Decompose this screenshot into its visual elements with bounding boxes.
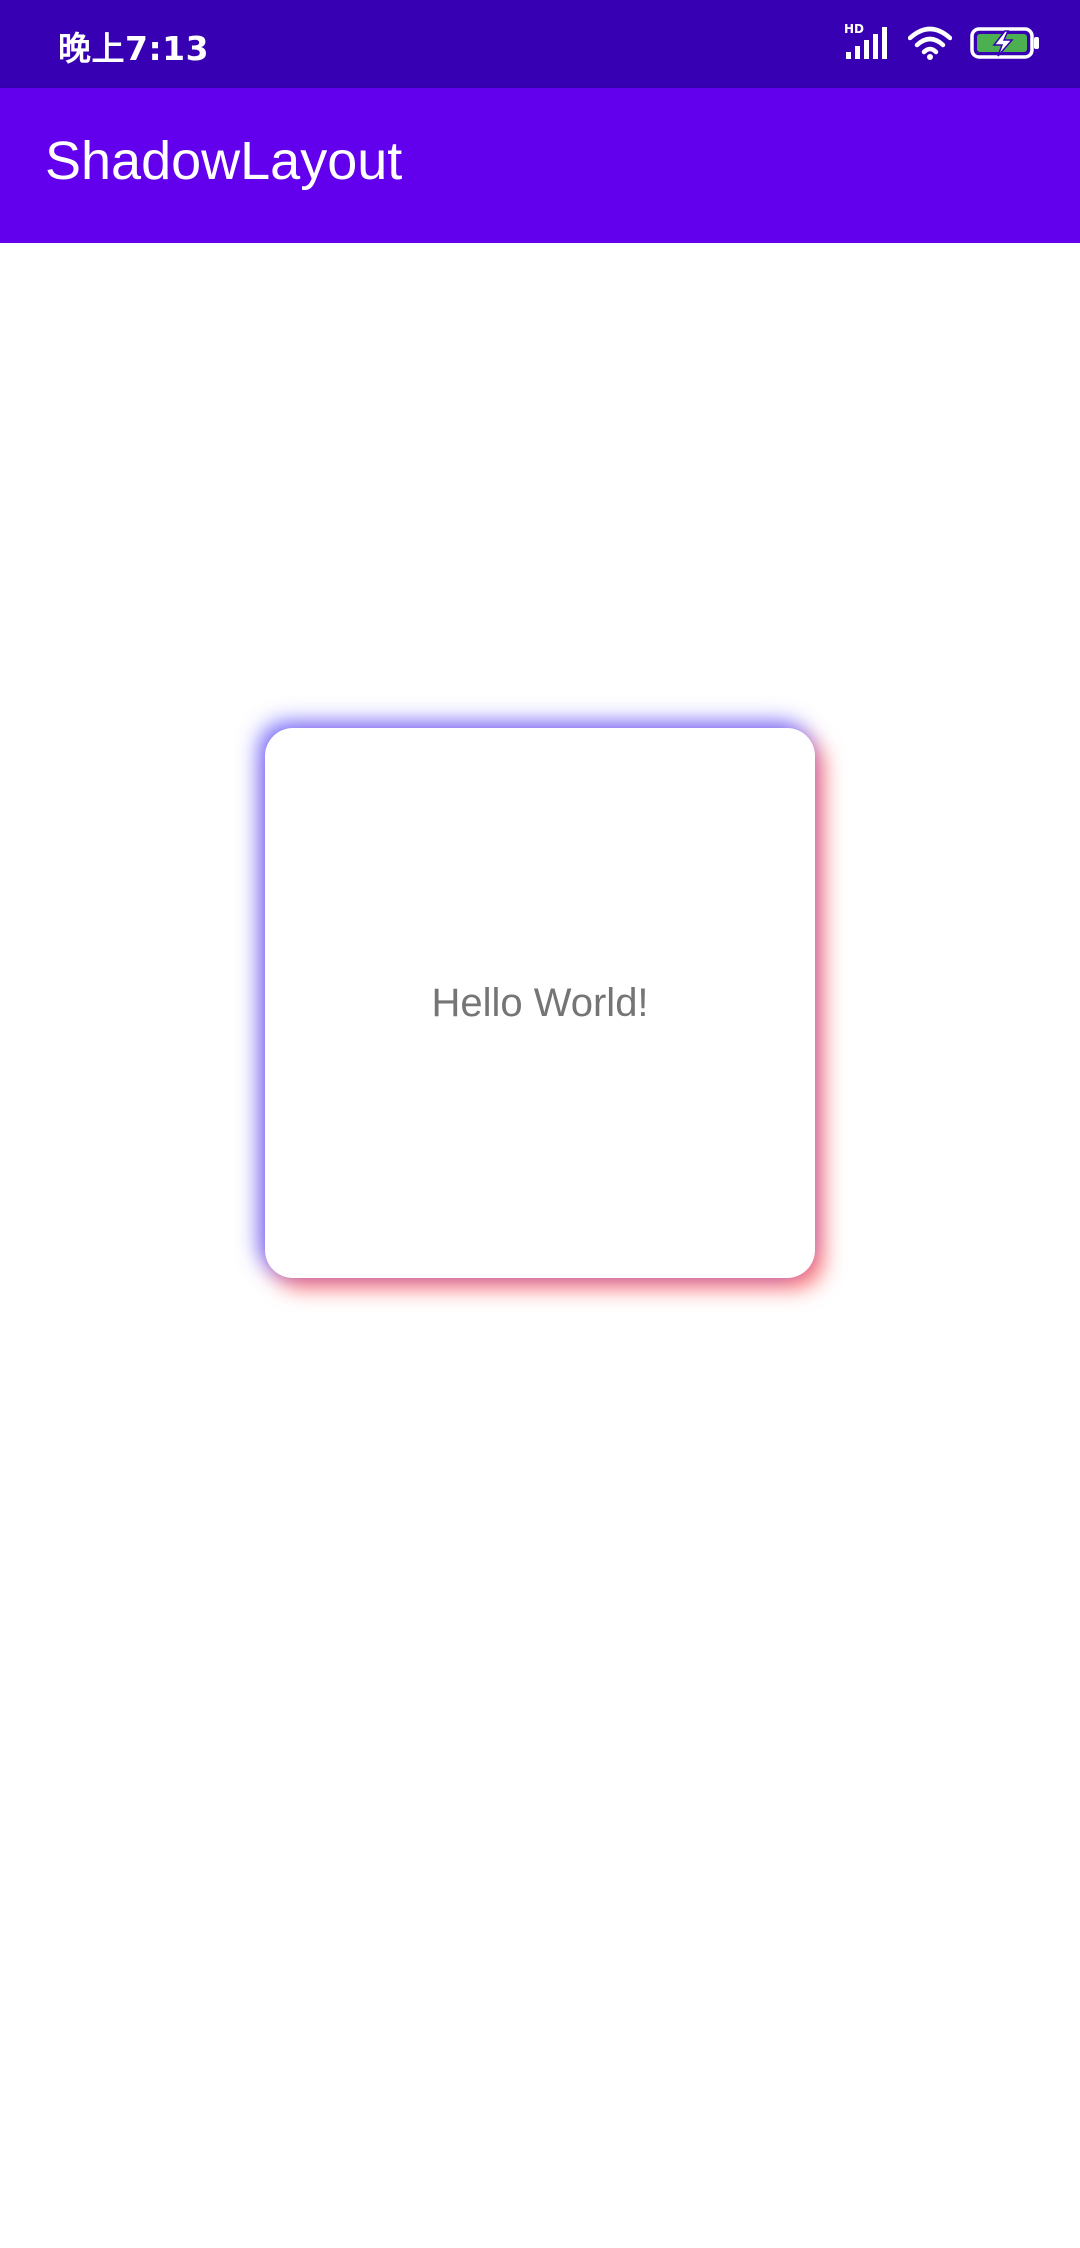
wifi-icon — [907, 26, 953, 64]
status-icons: HD — [844, 22, 1040, 64]
status-bar: 晚上7:13 HD — [0, 0, 1080, 88]
status-time: 晚上7:13 — [58, 29, 210, 68]
hello-world-text: Hello World! — [431, 980, 649, 1025]
shadow-layout-card: Hello World! — [265, 728, 815, 1278]
signal-icon: HD — [844, 22, 890, 64]
app-title: ShadowLayout — [45, 131, 403, 191]
app-bar: ShadowLayout — [0, 88, 1080, 243]
network-type-label: HD — [844, 22, 864, 36]
battery-charging-icon — [970, 26, 1040, 64]
